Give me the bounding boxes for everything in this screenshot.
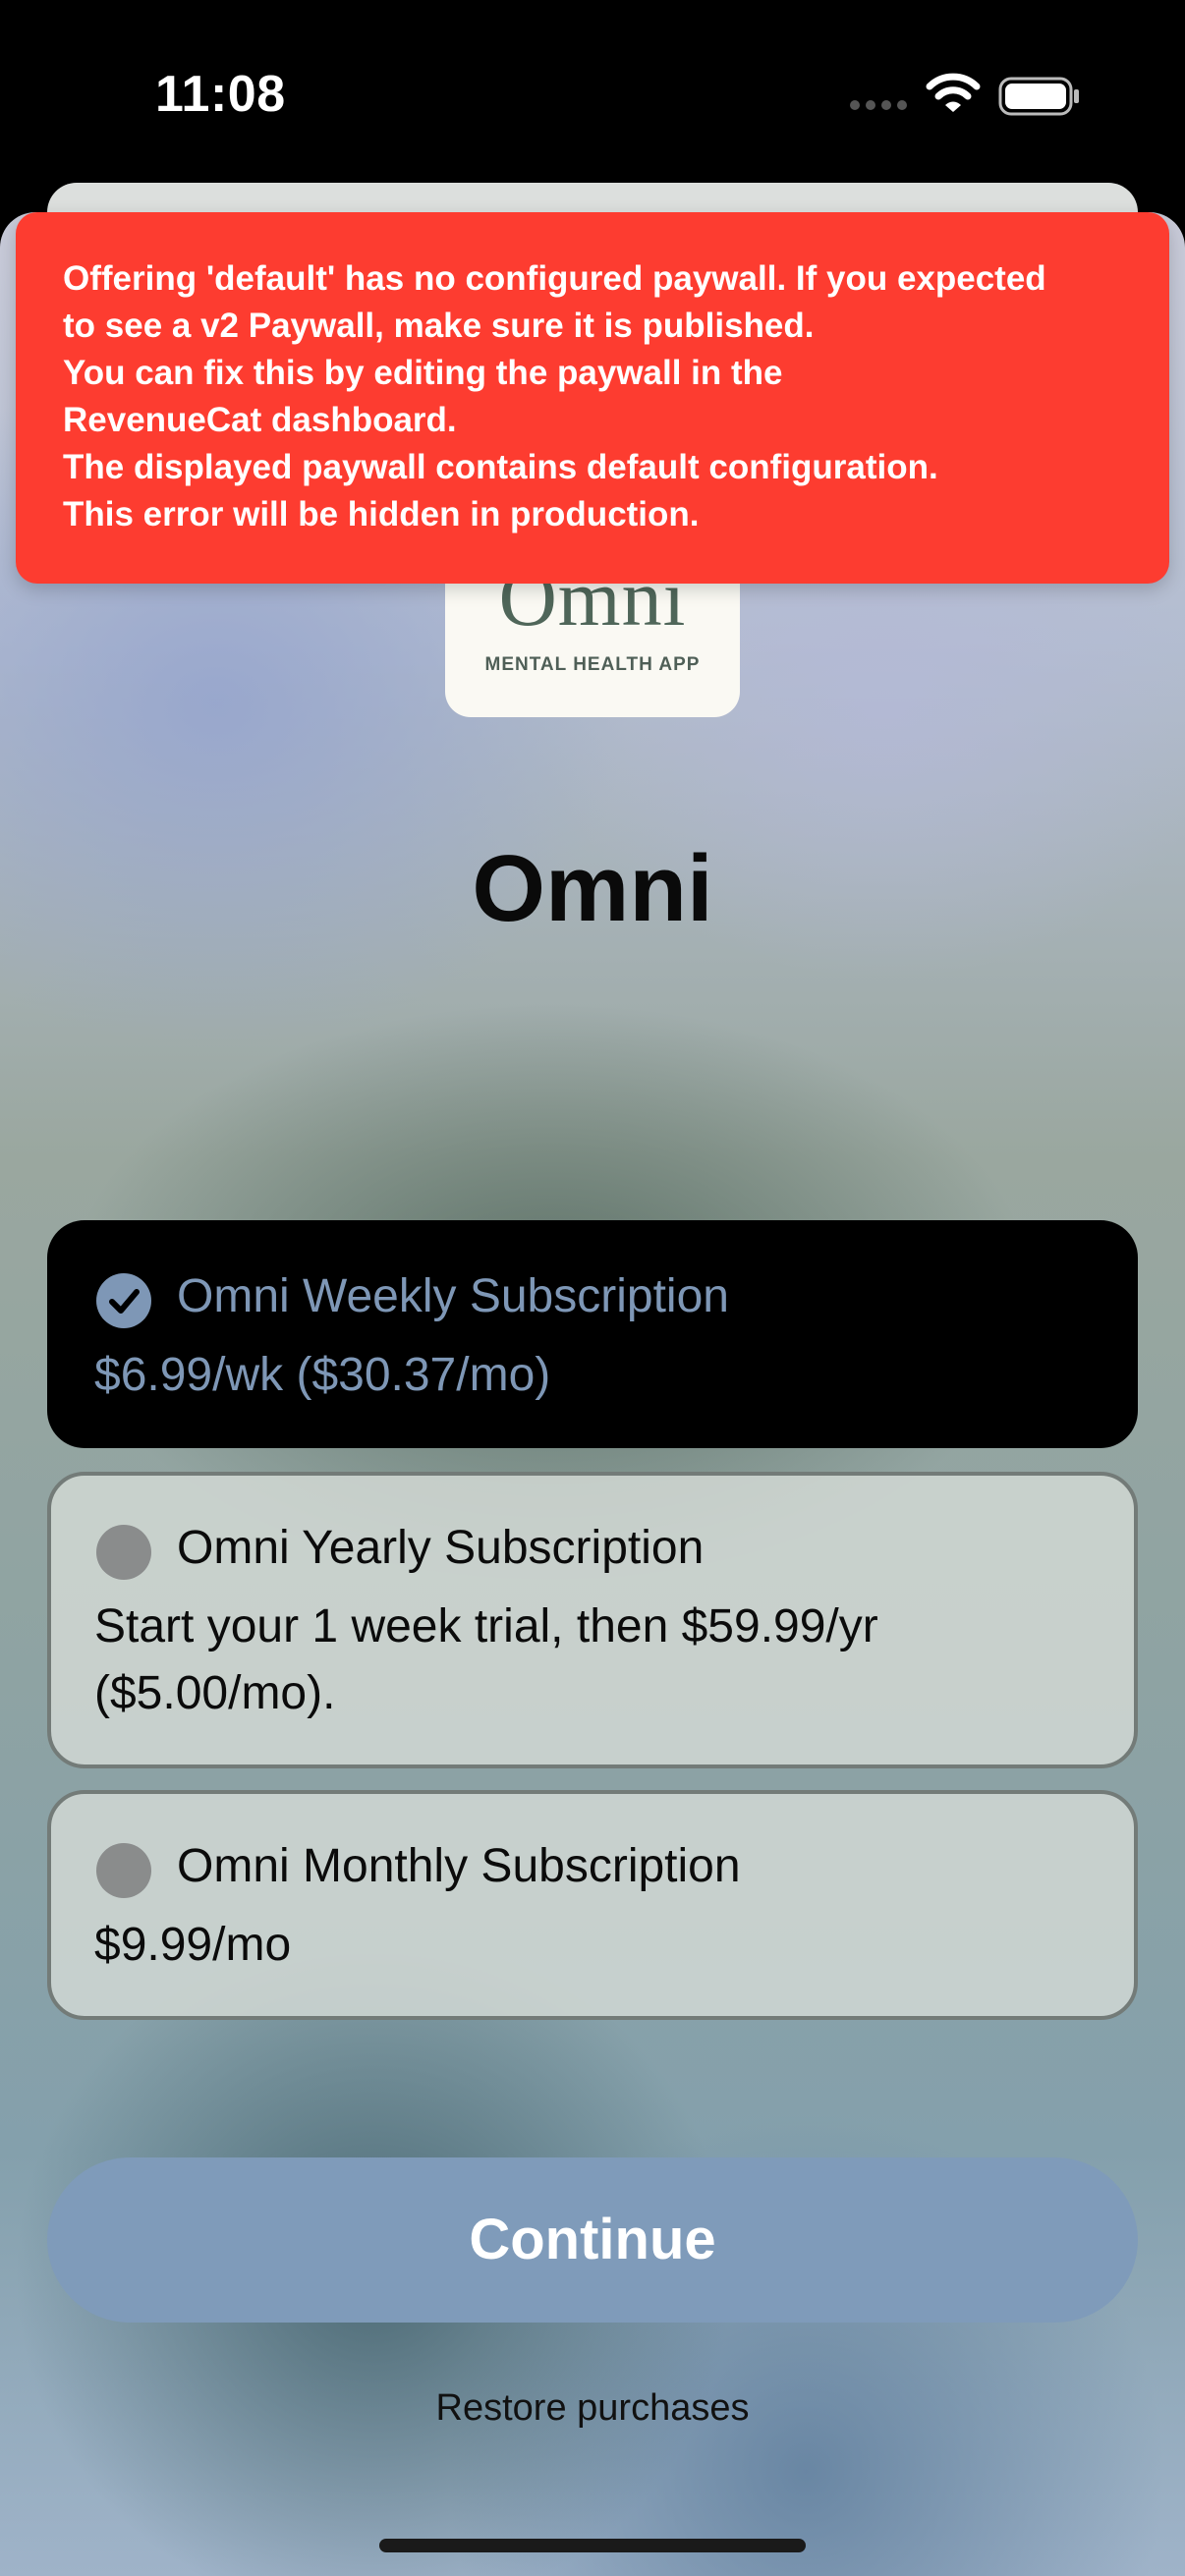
- wifi-icon: [926, 73, 981, 112]
- package-name: Omni Weekly Subscription: [177, 1270, 729, 1322]
- status-bar: 11:08: [0, 0, 1185, 196]
- error-line: This error will be hidden in production.: [63, 495, 700, 533]
- status-time: 11:08: [155, 66, 286, 123]
- error-line: Offering 'default' has no configured pay…: [63, 259, 1046, 298]
- error-banner: Offering 'default' has no configured pay…: [16, 212, 1169, 584]
- package-monthly[interactable]: Omni Monthly Subscription $9.99/mo: [47, 1790, 1138, 2020]
- page-title: Omni: [472, 836, 713, 941]
- battery-icon: [998, 77, 1079, 116]
- package-weekly[interactable]: Omni Weekly Subscription $6.99/wk ($30.3…: [47, 1220, 1138, 1448]
- package-name: Omni Monthly Subscription: [177, 1840, 741, 1892]
- radio-selected: [96, 1273, 151, 1328]
- cellular-signal-icon: [850, 100, 907, 110]
- continue-button[interactable]: Continue: [47, 2157, 1138, 2323]
- package-name: Omni Yearly Subscription: [177, 1522, 705, 1574]
- logo-wordmark: Omni: [498, 576, 687, 643]
- checkmark-icon: [109, 1289, 140, 1314]
- package-price: Start your 1 week trial, then $59.99/yr …: [94, 1600, 878, 1719]
- radio-unselected: [96, 1843, 151, 1898]
- error-line: to see a v2 Paywall, make sure it is pub…: [63, 307, 815, 345]
- app-logo: Omni MENTAL HEALTH APP: [445, 576, 740, 717]
- logo-tagline: MENTAL HEALTH APP: [484, 654, 701, 675]
- package-yearly[interactable]: Omni Yearly Subscription Start your 1 we…: [47, 1472, 1138, 1768]
- package-price: $9.99/mo: [94, 1919, 292, 1971]
- error-line: You can fix this by editing the paywall …: [63, 354, 783, 392]
- radio-unselected: [96, 1525, 151, 1580]
- home-indicator: [379, 2539, 806, 2552]
- restore-purchases-link[interactable]: Restore purchases: [0, 2387, 1185, 2430]
- error-line: The displayed paywall contains default c…: [63, 448, 938, 486]
- error-line: RevenueCat dashboard.: [63, 401, 457, 439]
- package-price: $6.99/wk ($30.37/mo): [94, 1349, 551, 1401]
